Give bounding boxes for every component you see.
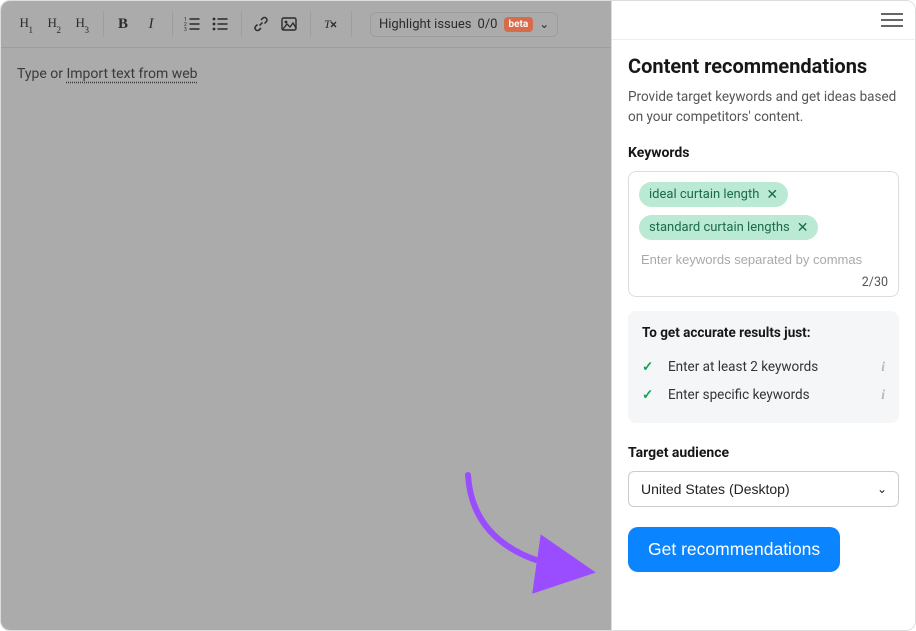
link-icon <box>253 16 269 32</box>
editor-pane: H1 H2 H3 B I 123 <box>1 1 612 630</box>
chip-remove-icon[interactable]: ✕ <box>797 221 809 235</box>
tip-row: ✓ Enter specific keywords i <box>642 381 885 409</box>
h3-button[interactable]: H3 <box>69 11 95 37</box>
highlight-issues-dropdown[interactable]: Highlight issues 0/0 beta ⌄ <box>370 12 558 37</box>
chip-label: ideal curtain length <box>649 187 759 202</box>
link-button[interactable] <box>248 11 274 37</box>
highlight-label: Highlight issues <box>379 17 472 32</box>
chip-remove-icon[interactable]: ✕ <box>766 188 778 202</box>
keyword-chips: ideal curtain length ✕ standard curtain … <box>639 182 888 240</box>
clear-format-icon: T <box>322 16 338 32</box>
tips-title: To get accurate results just: <box>642 325 885 341</box>
target-audience-select[interactable]: United States (Desktop) <box>628 471 899 507</box>
info-icon[interactable]: i <box>881 387 885 403</box>
info-icon[interactable]: i <box>881 359 885 375</box>
tip-text: Enter specific keywords <box>668 387 810 403</box>
unordered-list-icon <box>212 17 228 31</box>
editor-body[interactable]: Type or Import text from web <box>1 48 611 630</box>
italic-button[interactable]: I <box>138 11 164 37</box>
target-audience-label: Target audience <box>628 445 899 461</box>
image-button[interactable] <box>276 11 302 37</box>
h1-button[interactable]: H1 <box>13 11 39 37</box>
tip-text: Enter at least 2 keywords <box>668 359 818 375</box>
editor-placeholder: Type or Import text from web <box>17 66 198 82</box>
recommendations-panel: Content recommendations Provide target k… <box>612 1 915 630</box>
beta-badge: beta <box>504 17 534 32</box>
keyword-chip: ideal curtain length ✕ <box>639 182 788 207</box>
keyword-chip: standard curtain lengths ✕ <box>639 215 818 240</box>
check-icon: ✓ <box>642 387 658 403</box>
panel-title: Content recommendations <box>628 54 899 78</box>
get-recommendations-button[interactable]: Get recommendations <box>628 527 840 572</box>
h2-button[interactable]: H2 <box>41 11 67 37</box>
tips-box: To get accurate results just: ✓ Enter at… <box>628 311 899 423</box>
svg-text:3: 3 <box>184 27 187 31</box>
check-icon: ✓ <box>642 359 658 375</box>
unordered-list-button[interactable] <box>207 11 233 37</box>
chevron-down-icon: ⌄ <box>539 17 549 31</box>
keywords-input[interactable] <box>639 248 888 273</box>
import-text-link[interactable]: Import text from web <box>66 66 197 82</box>
keywords-box: ideal curtain length ✕ standard curtain … <box>628 171 899 297</box>
chip-label: standard curtain lengths <box>649 220 790 235</box>
bold-button[interactable]: B <box>110 11 136 37</box>
highlight-count: 0/0 <box>478 17 498 32</box>
tip-row: ✓ Enter at least 2 keywords i <box>642 353 885 381</box>
image-icon <box>281 17 297 31</box>
menu-icon[interactable] <box>881 9 903 31</box>
panel-top-bar <box>612 1 915 40</box>
keyword-count: 2/30 <box>639 273 888 290</box>
panel-description: Provide target keywords and get ideas ba… <box>628 88 899 127</box>
keywords-label: Keywords <box>628 145 899 161</box>
ordered-list-icon: 123 <box>184 17 200 31</box>
ordered-list-button[interactable]: 123 <box>179 11 205 37</box>
editor-toolbar: H1 H2 H3 B I 123 <box>1 1 611 48</box>
svg-text:T: T <box>324 17 332 31</box>
clear-format-button[interactable]: T <box>317 11 343 37</box>
